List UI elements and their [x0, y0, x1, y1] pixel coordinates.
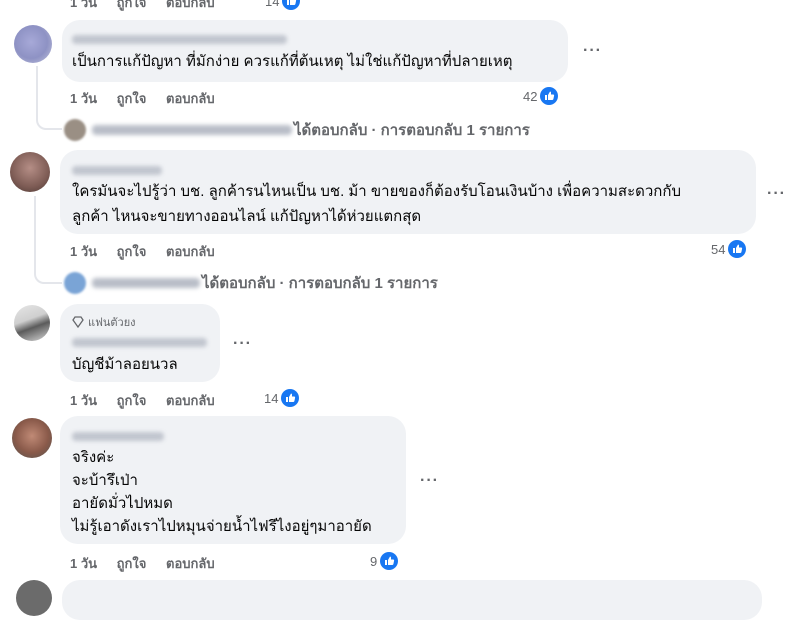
- reaction-count[interactable]: 9: [370, 552, 399, 570]
- like-link[interactable]: ถูกใจ: [117, 0, 147, 13]
- reaction-count-value: 9: [370, 553, 378, 569]
- reply-link[interactable]: ตอบกลับ: [166, 553, 215, 574]
- like-link[interactable]: ถูกใจ: [117, 553, 147, 574]
- replies-summary: ได้ตอบกลับ · การตอบกลับ 1 รายการ: [202, 275, 438, 292]
- commenter-name[interactable]: [72, 166, 162, 175]
- top-fan-badge: แฟนตัวยง: [72, 313, 136, 331]
- comment-actions: 1 วัน ถูกใจ ตอบกลับ: [70, 241, 231, 262]
- replier-name: [92, 125, 292, 135]
- avatar[interactable]: [16, 580, 52, 616]
- reaction-count-value: 14: [265, 0, 280, 9]
- comment-text-line: ลูกค้า ไหนจะขายทางออนไลน์ แก้ปัญหาได้ห่ว…: [72, 208, 422, 225]
- like-icon: [281, 389, 300, 407]
- comment-bubble: [62, 20, 568, 82]
- reaction-count-value: 54: [711, 241, 726, 257]
- comment-actions: 1 วัน ถูกใจ ตอบกลับ: [70, 88, 231, 109]
- commenter-name[interactable]: [72, 338, 207, 347]
- more-options-icon[interactable]: ···: [420, 472, 439, 490]
- thread-line: [34, 196, 62, 284]
- comment-text-line: จริงค่ะ: [72, 449, 115, 466]
- comment-text: บัญชีม้าลอยนวล: [72, 356, 178, 373]
- commenter-name[interactable]: [72, 432, 164, 441]
- like-icon: [728, 240, 747, 258]
- reply-link[interactable]: ตอบกลับ: [166, 390, 215, 411]
- reaction-count-value: 14: [264, 390, 279, 406]
- more-options-icon[interactable]: ···: [767, 185, 786, 203]
- avatar[interactable]: [14, 25, 52, 63]
- comment-text-line: อายัดมั่วไปหมด: [72, 495, 173, 512]
- avatar[interactable]: [12, 418, 52, 458]
- reaction-count[interactable]: 14: [264, 389, 300, 407]
- reply-link[interactable]: ตอบกลับ: [166, 88, 215, 109]
- reply-link[interactable]: ตอบกลับ: [166, 0, 215, 13]
- badge-label: แฟนตัวยง: [88, 317, 136, 329]
- comment-text-line: จะบ้ารึเป่า: [72, 472, 138, 489]
- replies-link[interactable]: ได้ตอบกลับ · การตอบกลับ 1 รายการ: [64, 118, 530, 142]
- more-options-icon[interactable]: ···: [233, 335, 252, 353]
- comment-text-line: ไม่รู้เอาดังเราไปหมุนจ่ายน้ำไฟรึไงอยู่ๆม…: [72, 518, 372, 535]
- comment-text: เป็นการแก้ปัญหา ที่มักง่าย ควรแก้ที่ต้นเ…: [72, 53, 513, 70]
- comment-text-line: ใครมันจะไปรู้ว่า บช. ลูกค้ารนไหนเป็น บช.…: [72, 183, 681, 200]
- more-options-icon[interactable]: ···: [583, 42, 602, 60]
- avatar[interactable]: [10, 152, 50, 192]
- time-link[interactable]: 1 วัน: [70, 88, 97, 109]
- replies-link[interactable]: ได้ตอบกลับ · การตอบกลับ 1 รายการ: [64, 271, 438, 295]
- diamond-icon: [72, 316, 84, 328]
- comment-bubble: [62, 580, 762, 620]
- reaction-count[interactable]: 54: [711, 240, 747, 258]
- commenter-name[interactable]: [72, 35, 287, 44]
- reaction-count[interactable]: 42: [523, 87, 559, 105]
- reaction-count[interactable]: 14: [265, 0, 301, 10]
- like-icon: [540, 87, 559, 105]
- time-link[interactable]: 1 วัน: [70, 0, 97, 13]
- reply-avatar: [64, 119, 86, 141]
- reaction-count-value: 42: [523, 88, 538, 104]
- time-link[interactable]: 1 วัน: [70, 553, 97, 574]
- thread-line: [36, 66, 62, 130]
- comment-actions-top: 1 วัน ถูกใจ ตอบกลับ: [70, 0, 231, 13]
- time-link[interactable]: 1 วัน: [70, 390, 97, 411]
- like-link[interactable]: ถูกใจ: [117, 241, 147, 262]
- like-link[interactable]: ถูกใจ: [117, 88, 147, 109]
- comment-actions: 1 วัน ถูกใจ ตอบกลับ: [70, 390, 231, 411]
- replies-summary: ได้ตอบกลับ · การตอบกลับ 1 รายการ: [294, 122, 530, 139]
- comment-actions: 1 วัน ถูกใจ ตอบกลับ: [70, 553, 231, 574]
- reply-avatar: [64, 272, 86, 294]
- reply-link[interactable]: ตอบกลับ: [166, 241, 215, 262]
- like-link[interactable]: ถูกใจ: [117, 390, 147, 411]
- like-icon: [282, 0, 301, 10]
- time-link[interactable]: 1 วัน: [70, 241, 97, 262]
- like-icon: [380, 552, 399, 570]
- avatar[interactable]: [14, 305, 50, 341]
- replier-name: [92, 278, 200, 288]
